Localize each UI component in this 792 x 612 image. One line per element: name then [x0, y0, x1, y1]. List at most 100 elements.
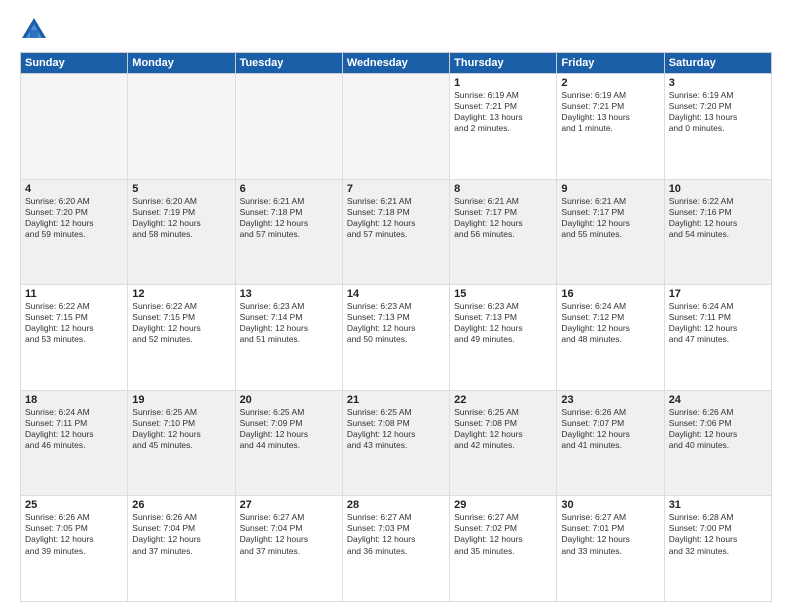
day-number: 27 [240, 499, 338, 511]
day-info: Sunrise: 6:23 AM Sunset: 7:13 PM Dayligh… [454, 301, 552, 345]
day-info: Sunrise: 6:21 AM Sunset: 7:17 PM Dayligh… [561, 196, 659, 240]
day-info: Sunrise: 6:19 AM Sunset: 7:21 PM Dayligh… [454, 90, 552, 134]
day-number: 11 [25, 288, 123, 300]
calendar-cell: 26Sunrise: 6:26 AM Sunset: 7:04 PM Dayli… [128, 496, 235, 602]
day-info: Sunrise: 6:25 AM Sunset: 7:09 PM Dayligh… [240, 407, 338, 451]
day-number: 1 [454, 77, 552, 89]
week-row: 4Sunrise: 6:20 AM Sunset: 7:20 PM Daylig… [21, 179, 772, 285]
day-info: Sunrise: 6:27 AM Sunset: 7:03 PM Dayligh… [347, 512, 445, 556]
calendar-cell: 10Sunrise: 6:22 AM Sunset: 7:16 PM Dayli… [664, 179, 771, 285]
calendar-cell: 17Sunrise: 6:24 AM Sunset: 7:11 PM Dayli… [664, 285, 771, 391]
day-number: 10 [669, 183, 767, 195]
day-info: Sunrise: 6:22 AM Sunset: 7:15 PM Dayligh… [25, 301, 123, 345]
day-number: 16 [561, 288, 659, 300]
calendar-cell: 1Sunrise: 6:19 AM Sunset: 7:21 PM Daylig… [450, 74, 557, 180]
day-number: 15 [454, 288, 552, 300]
day-number: 20 [240, 394, 338, 406]
calendar-cell: 25Sunrise: 6:26 AM Sunset: 7:05 PM Dayli… [21, 496, 128, 602]
day-number: 6 [240, 183, 338, 195]
day-info: Sunrise: 6:24 AM Sunset: 7:11 PM Dayligh… [669, 301, 767, 345]
day-info: Sunrise: 6:25 AM Sunset: 7:10 PM Dayligh… [132, 407, 230, 451]
day-info: Sunrise: 6:24 AM Sunset: 7:11 PM Dayligh… [25, 407, 123, 451]
logo-icon [20, 16, 48, 44]
calendar-cell [21, 74, 128, 180]
day-info: Sunrise: 6:25 AM Sunset: 7:08 PM Dayligh… [454, 407, 552, 451]
day-number: 14 [347, 288, 445, 300]
day-number: 22 [454, 394, 552, 406]
day-info: Sunrise: 6:28 AM Sunset: 7:00 PM Dayligh… [669, 512, 767, 556]
day-number: 8 [454, 183, 552, 195]
weekday-header: Monday [128, 53, 235, 74]
calendar-cell: 4Sunrise: 6:20 AM Sunset: 7:20 PM Daylig… [21, 179, 128, 285]
page: SundayMondayTuesdayWednesdayThursdayFrid… [0, 0, 792, 612]
day-info: Sunrise: 6:26 AM Sunset: 7:04 PM Dayligh… [132, 512, 230, 556]
day-info: Sunrise: 6:21 AM Sunset: 7:17 PM Dayligh… [454, 196, 552, 240]
calendar-cell [235, 74, 342, 180]
weekday-header: Saturday [664, 53, 771, 74]
calendar-cell: 8Sunrise: 6:21 AM Sunset: 7:17 PM Daylig… [450, 179, 557, 285]
day-info: Sunrise: 6:23 AM Sunset: 7:14 PM Dayligh… [240, 301, 338, 345]
calendar-table: SundayMondayTuesdayWednesdayThursdayFrid… [20, 52, 772, 602]
calendar-cell: 23Sunrise: 6:26 AM Sunset: 7:07 PM Dayli… [557, 390, 664, 496]
calendar-cell [128, 74, 235, 180]
day-number: 25 [25, 499, 123, 511]
day-info: Sunrise: 6:27 AM Sunset: 7:02 PM Dayligh… [454, 512, 552, 556]
day-number: 31 [669, 499, 767, 511]
day-info: Sunrise: 6:19 AM Sunset: 7:21 PM Dayligh… [561, 90, 659, 134]
calendar-cell: 6Sunrise: 6:21 AM Sunset: 7:18 PM Daylig… [235, 179, 342, 285]
day-number: 17 [669, 288, 767, 300]
day-info: Sunrise: 6:24 AM Sunset: 7:12 PM Dayligh… [561, 301, 659, 345]
day-info: Sunrise: 6:20 AM Sunset: 7:20 PM Dayligh… [25, 196, 123, 240]
calendar-cell: 16Sunrise: 6:24 AM Sunset: 7:12 PM Dayli… [557, 285, 664, 391]
calendar-cell: 14Sunrise: 6:23 AM Sunset: 7:13 PM Dayli… [342, 285, 449, 391]
calendar-cell: 12Sunrise: 6:22 AM Sunset: 7:15 PM Dayli… [128, 285, 235, 391]
week-row: 11Sunrise: 6:22 AM Sunset: 7:15 PM Dayli… [21, 285, 772, 391]
day-info: Sunrise: 6:20 AM Sunset: 7:19 PM Dayligh… [132, 196, 230, 240]
day-info: Sunrise: 6:27 AM Sunset: 7:04 PM Dayligh… [240, 512, 338, 556]
calendar-cell: 5Sunrise: 6:20 AM Sunset: 7:19 PM Daylig… [128, 179, 235, 285]
calendar-cell: 30Sunrise: 6:27 AM Sunset: 7:01 PM Dayli… [557, 496, 664, 602]
calendar-cell: 13Sunrise: 6:23 AM Sunset: 7:14 PM Dayli… [235, 285, 342, 391]
day-info: Sunrise: 6:19 AM Sunset: 7:20 PM Dayligh… [669, 90, 767, 134]
day-number: 18 [25, 394, 123, 406]
weekday-header: Sunday [21, 53, 128, 74]
header [20, 16, 772, 44]
day-info: Sunrise: 6:26 AM Sunset: 7:05 PM Dayligh… [25, 512, 123, 556]
day-number: 3 [669, 77, 767, 89]
day-number: 23 [561, 394, 659, 406]
day-info: Sunrise: 6:25 AM Sunset: 7:08 PM Dayligh… [347, 407, 445, 451]
day-info: Sunrise: 6:27 AM Sunset: 7:01 PM Dayligh… [561, 512, 659, 556]
day-number: 12 [132, 288, 230, 300]
day-number: 4 [25, 183, 123, 195]
calendar-cell: 19Sunrise: 6:25 AM Sunset: 7:10 PM Dayli… [128, 390, 235, 496]
week-row: 25Sunrise: 6:26 AM Sunset: 7:05 PM Dayli… [21, 496, 772, 602]
week-row: 18Sunrise: 6:24 AM Sunset: 7:11 PM Dayli… [21, 390, 772, 496]
day-info: Sunrise: 6:21 AM Sunset: 7:18 PM Dayligh… [347, 196, 445, 240]
day-number: 30 [561, 499, 659, 511]
calendar-cell: 15Sunrise: 6:23 AM Sunset: 7:13 PM Dayli… [450, 285, 557, 391]
day-number: 13 [240, 288, 338, 300]
day-info: Sunrise: 6:21 AM Sunset: 7:18 PM Dayligh… [240, 196, 338, 240]
weekday-header: Friday [557, 53, 664, 74]
day-number: 2 [561, 77, 659, 89]
day-info: Sunrise: 6:26 AM Sunset: 7:07 PM Dayligh… [561, 407, 659, 451]
calendar-cell: 28Sunrise: 6:27 AM Sunset: 7:03 PM Dayli… [342, 496, 449, 602]
day-info: Sunrise: 6:22 AM Sunset: 7:16 PM Dayligh… [669, 196, 767, 240]
day-number: 28 [347, 499, 445, 511]
calendar-cell: 18Sunrise: 6:24 AM Sunset: 7:11 PM Dayli… [21, 390, 128, 496]
calendar-cell: 3Sunrise: 6:19 AM Sunset: 7:20 PM Daylig… [664, 74, 771, 180]
calendar-cell [342, 74, 449, 180]
day-info: Sunrise: 6:22 AM Sunset: 7:15 PM Dayligh… [132, 301, 230, 345]
day-number: 21 [347, 394, 445, 406]
weekday-header-row: SundayMondayTuesdayWednesdayThursdayFrid… [21, 53, 772, 74]
day-number: 29 [454, 499, 552, 511]
day-number: 24 [669, 394, 767, 406]
calendar-cell: 24Sunrise: 6:26 AM Sunset: 7:06 PM Dayli… [664, 390, 771, 496]
day-number: 9 [561, 183, 659, 195]
day-number: 19 [132, 394, 230, 406]
week-row: 1Sunrise: 6:19 AM Sunset: 7:21 PM Daylig… [21, 74, 772, 180]
calendar-cell: 27Sunrise: 6:27 AM Sunset: 7:04 PM Dayli… [235, 496, 342, 602]
day-info: Sunrise: 6:23 AM Sunset: 7:13 PM Dayligh… [347, 301, 445, 345]
weekday-header: Tuesday [235, 53, 342, 74]
calendar-cell: 2Sunrise: 6:19 AM Sunset: 7:21 PM Daylig… [557, 74, 664, 180]
